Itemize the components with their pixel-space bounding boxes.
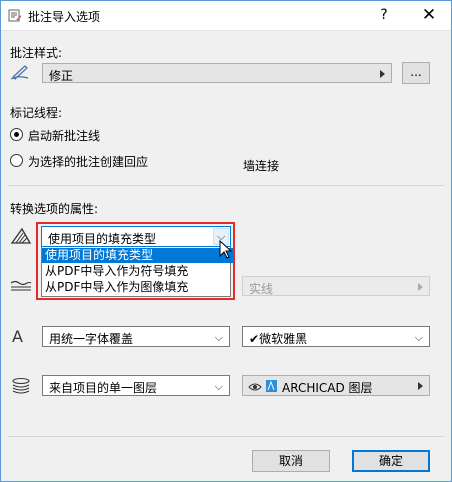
font-name-text: ✔微软雅黑 [249, 330, 307, 347]
radio-new-thread[interactable] [10, 128, 23, 141]
markup-style-label: 批注样式: [10, 46, 63, 60]
cancel-button[interactable]: 取消 [252, 450, 330, 472]
chevron-down-icon: ⌵ [214, 380, 223, 393]
fill-icon [10, 227, 32, 245]
layer-icon [10, 377, 32, 395]
markup-style-select[interactable]: 修正 [42, 63, 392, 83]
font-mode-value: 用统一字体覆盖 [49, 332, 134, 346]
line-type-select[interactable]: 实线 [242, 276, 430, 296]
browse-button[interactable]: ... [402, 62, 430, 84]
callout-highlight [36, 222, 235, 300]
cursor-icon [219, 239, 233, 260]
close-button[interactable]: ✕ [406, 0, 452, 31]
eye-icon [248, 381, 262, 391]
font-mode-select[interactable]: 用统一字体覆盖 ⌵ [42, 326, 230, 347]
chevron-down-icon: ⌵ [214, 331, 223, 344]
layer-mode-select[interactable]: 来自项目的单一图层 ⌵ [42, 375, 230, 396]
dialog-title: 批注导入选项 [28, 10, 101, 24]
pen-icon [10, 64, 32, 80]
layer-name: ARCHICAD 图层 [282, 381, 373, 395]
line-type-value: 实线 [249, 282, 274, 296]
markup-style-value: 修正 [49, 69, 74, 83]
font-icon: A [12, 327, 23, 346]
radio-create-reply[interactable] [10, 154, 23, 167]
markup-line-label: 标记线程: [10, 106, 63, 120]
layer-select[interactable]: ARCHICAD 图层 [242, 375, 430, 396]
radio-create-reply-label: 为选择的批注创建回应 [28, 155, 149, 169]
font-name-value: 微软雅黑 [259, 332, 308, 346]
separator [8, 436, 444, 437]
app-icon [8, 8, 22, 22]
arrow-right-icon [380, 70, 385, 78]
check-icon: ✔ [249, 332, 260, 346]
convert-label: 转换选项的属性: [10, 202, 99, 216]
line-icon [10, 279, 32, 293]
help-button[interactable]: ? [362, 0, 406, 31]
font-name-select[interactable]: ✔微软雅黑 ⌵ [242, 326, 430, 347]
layer-swatch-icon [266, 380, 277, 392]
layer-mode-value: 来自项目的单一图层 [49, 381, 158, 395]
radio-new-thread-label: 启动新批注线 [28, 129, 101, 143]
arrow-right-icon [418, 283, 423, 291]
arrow-right-icon [418, 382, 423, 390]
wall-connect-label: 墙连接 [243, 159, 280, 173]
chevron-down-icon: ⌵ [414, 331, 423, 344]
separator [8, 185, 444, 186]
ok-button[interactable]: 确定 [352, 450, 430, 472]
